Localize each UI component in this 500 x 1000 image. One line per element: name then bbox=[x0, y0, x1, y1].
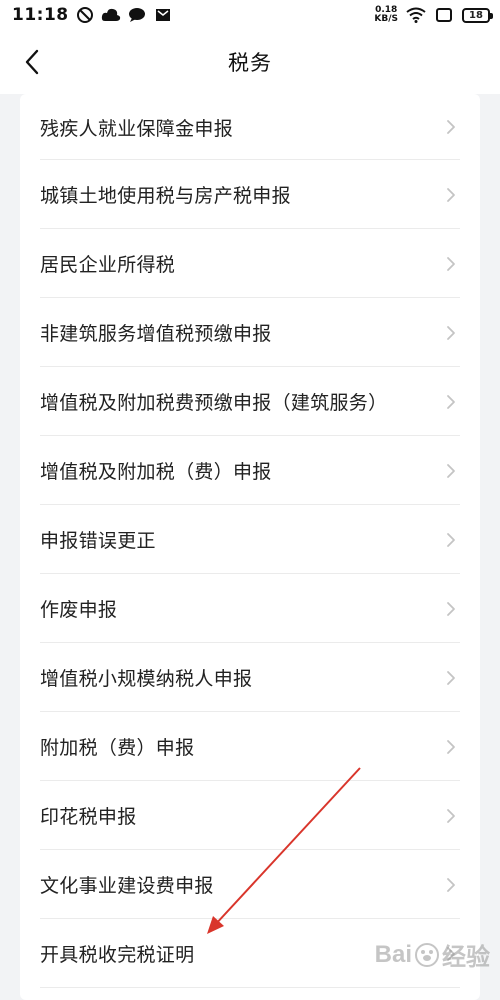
menu-item[interactable]: 城镇土地使用税与房产税申报 bbox=[20, 160, 480, 229]
chevron-right-icon bbox=[444, 669, 458, 687]
menu-item[interactable]: 残疾人就业保障金申报 bbox=[20, 94, 480, 160]
menu-item-label: 开具税收完税证明 bbox=[40, 944, 195, 966]
battery-indicator: 18 bbox=[462, 7, 493, 23]
chevron-right-icon bbox=[444, 807, 458, 825]
chevron-right-icon bbox=[444, 393, 458, 411]
menu-item-label: 印花税申报 bbox=[40, 806, 137, 828]
page-title: 税务 bbox=[228, 51, 272, 75]
net-speed: 0.18 KB/S bbox=[374, 6, 398, 24]
paw-icon bbox=[415, 942, 439, 967]
menu-list: 残疾人就业保障金申报城镇土地使用税与房产税申报 居民企业所得税非建筑服务增值税预缴… bbox=[20, 94, 480, 1000]
chevron-right-icon bbox=[444, 876, 458, 894]
chevron-left-icon bbox=[25, 49, 39, 75]
chevron-right-icon bbox=[444, 600, 458, 618]
back-button[interactable] bbox=[14, 44, 50, 80]
menu-item[interactable]: 附加税（费）申报 bbox=[20, 712, 480, 781]
mail-icon bbox=[153, 5, 173, 25]
chevron-right-icon bbox=[444, 255, 458, 273]
menu-item-label: 附加税（费）申报 bbox=[40, 737, 195, 759]
menu-item-label: 申报错误更正 bbox=[40, 530, 156, 552]
chevron-right-icon bbox=[444, 324, 458, 342]
chevron-right-icon bbox=[444, 462, 458, 480]
baidu-watermark: Bai 经验 bbox=[375, 937, 490, 972]
menu-item-label: 增值税小规模纳税人申报 bbox=[40, 668, 253, 690]
menu-item[interactable]: 印花税申报 bbox=[20, 781, 480, 850]
status-right: 0.18 KB/S 18 bbox=[374, 5, 493, 25]
menu-item-label: 增值税及附加税费预缴申报（建筑服务） bbox=[40, 392, 388, 414]
menu-item-label: 作废申报 bbox=[40, 599, 118, 621]
menu-item[interactable]: 增值税小规模纳税人申报 bbox=[20, 643, 480, 712]
wifi-icon bbox=[406, 5, 426, 25]
chat-bubble-icon bbox=[127, 5, 147, 25]
menu-item[interactable]: 增值税及附加税费预缴申报（建筑服务） bbox=[20, 367, 480, 436]
alarm-off-icon bbox=[75, 5, 95, 25]
menu-item-label: 城镇土地使用税与房产税申报 bbox=[40, 185, 291, 207]
cloud-icon bbox=[101, 5, 121, 25]
menu-item[interactable]: 申报错误更正 bbox=[20, 505, 480, 574]
status-left: 11:18 bbox=[12, 5, 173, 25]
watermark-text-cn: 经验 bbox=[442, 944, 490, 971]
menu-item[interactable]: 增值税及附加税（费）申报 bbox=[20, 436, 480, 505]
chevron-right-icon bbox=[444, 118, 458, 136]
menu-item-label: 文化事业建设费申报 bbox=[40, 875, 214, 897]
menu-item-label: 残疾人就业保障金申报 bbox=[40, 117, 234, 140]
menu-item-label: 非建筑服务增值税预缴申报 bbox=[40, 323, 272, 345]
chevron-right-icon bbox=[444, 738, 458, 756]
chevron-right-icon bbox=[444, 186, 458, 204]
menu-item-label: 居民企业所得税 bbox=[40, 254, 176, 276]
watermark-text-en: Bai bbox=[374, 940, 412, 968]
menu-item[interactable]: 居民企业所得税 bbox=[20, 229, 480, 298]
chevron-right-icon bbox=[444, 531, 458, 549]
net-speed-unit: KB/S bbox=[374, 14, 398, 24]
screen-icon bbox=[434, 5, 454, 25]
menu-item[interactable]: 非建筑服务增值税预缴申报 bbox=[20, 298, 480, 367]
menu-item-label: 增值税及附加税（费）申报 bbox=[40, 461, 272, 483]
menu-item[interactable]: 作废申报 bbox=[20, 574, 480, 643]
nav-bar: 税务 bbox=[0, 30, 500, 94]
status-bar: 11:18 0.18 KB/S 18 bbox=[0, 0, 500, 30]
menu-item[interactable]: 文化事业建设费申报 bbox=[20, 850, 480, 919]
status-time: 11:18 bbox=[12, 5, 69, 25]
